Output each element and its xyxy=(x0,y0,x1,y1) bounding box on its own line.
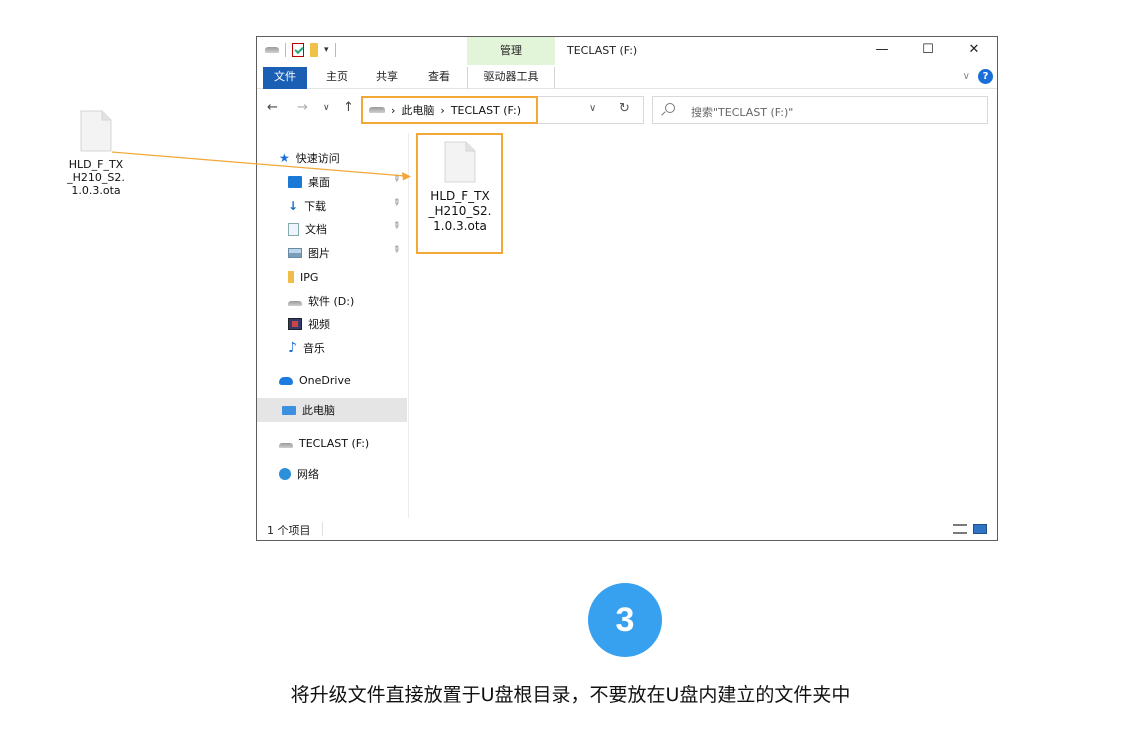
drive-icon[interactable] xyxy=(265,47,279,53)
window-title: TECLAST (F:) xyxy=(567,44,638,57)
help-icon[interactable]: ? xyxy=(978,69,993,84)
tab-view[interactable]: 查看 xyxy=(419,67,459,89)
file-icon xyxy=(80,110,112,152)
breadcrumb: › 此电脑 › TECLAST (F:) xyxy=(369,102,521,118)
nav-label: 此电脑 xyxy=(302,404,335,417)
pin-icon: ✎ xyxy=(389,243,402,257)
expand-ribbon-icon[interactable]: ∨ xyxy=(963,71,970,82)
separator xyxy=(285,43,286,57)
tab-home[interactable]: 主页 xyxy=(317,67,357,89)
up-button[interactable]: ↑ xyxy=(343,100,354,115)
nav-label: IPG xyxy=(300,270,319,284)
nav-item-desktop[interactable]: 桌面 ✎ xyxy=(288,173,408,191)
separator xyxy=(322,522,323,536)
drive-icon xyxy=(288,300,302,306)
title-bar: ▾ 管理 TECLAST (F:) — ☐ ✕ xyxy=(257,37,997,65)
nav-label: TECLAST (F:) xyxy=(299,436,370,450)
forward-button[interactable]: → xyxy=(297,100,308,115)
quick-access-toolbar: ▾ xyxy=(265,43,336,57)
nav-label: 下载 xyxy=(304,200,327,213)
breadcrumb-this-pc[interactable]: 此电脑 xyxy=(401,102,434,118)
properties-icon[interactable] xyxy=(292,43,304,57)
content-ota-file[interactable]: HLD_F_TX _H210_S2. 1.0.3.ota xyxy=(424,141,496,234)
nav-label: 音乐 xyxy=(302,342,325,355)
nav-label: 快速访问 xyxy=(295,152,340,165)
drive-icon xyxy=(279,442,293,448)
nav-item-documents[interactable]: 文档 ✎ xyxy=(288,220,408,238)
pin-icon: ✎ xyxy=(389,219,402,233)
step-number-badge: 3 xyxy=(588,583,662,657)
search-box[interactable]: 搜索"TECLAST (F:)" xyxy=(652,96,988,124)
breadcrumb-separator: › xyxy=(440,103,445,117)
nav-this-pc[interactable]: 此电脑 xyxy=(282,401,335,419)
minimize-button[interactable]: — xyxy=(859,37,905,65)
back-button[interactable]: ← xyxy=(267,100,278,115)
recent-locations-button[interactable]: ∨ xyxy=(323,103,330,113)
music-icon: ♪ xyxy=(288,340,297,356)
search-placeholder: 搜索"TECLAST (F:)" xyxy=(691,106,794,119)
document-icon xyxy=(288,222,299,236)
breadcrumb-separator: › xyxy=(391,103,396,117)
tab-manage[interactable]: 管理 xyxy=(467,37,555,65)
status-bar: 1 个项目 xyxy=(257,518,997,540)
drive-icon xyxy=(369,107,385,113)
file-explorer-window: ▾ 管理 TECLAST (F:) — ☐ ✕ 文件 主页 共享 查看 驱动器工… xyxy=(256,36,998,541)
pictures-icon xyxy=(288,248,302,258)
nav-label: 网络 xyxy=(297,468,319,481)
nav-label: 视频 xyxy=(308,318,330,331)
nav-item-ipg[interactable]: IPG xyxy=(288,268,318,286)
nav-item-downloads[interactable]: ↓ 下载 ✎ xyxy=(288,197,408,215)
pin-icon: ✎ xyxy=(389,196,402,210)
nav-onedrive[interactable]: OneDrive xyxy=(279,371,351,389)
address-bar-row: ← → ∨ ↑ › 此电脑 › TECLAST (F:) ∨ ↻ 搜索"TECL… xyxy=(257,90,997,130)
pin-icon: ✎ xyxy=(389,172,402,186)
ribbon-tabs: 文件 主页 共享 查看 驱动器工具 ∨ ? xyxy=(257,65,997,89)
customize-toolbar-icon[interactable]: ▾ xyxy=(324,45,329,55)
computer-icon xyxy=(282,405,296,415)
folder-icon xyxy=(288,271,294,283)
search-icon xyxy=(665,103,675,113)
nav-label: 软件 (D:) xyxy=(308,295,355,308)
nav-label: 桌面 xyxy=(308,176,330,189)
nav-item-pictures[interactable]: 图片 ✎ xyxy=(288,244,408,262)
breadcrumb-drive[interactable]: TECLAST (F:) xyxy=(451,104,521,117)
tab-share[interactable]: 共享 xyxy=(367,67,407,89)
nav-label: OneDrive xyxy=(299,373,351,387)
close-button[interactable]: ✕ xyxy=(951,37,997,65)
nav-label: 图片 xyxy=(308,247,330,260)
item-count: 1 个项目 xyxy=(267,524,311,537)
desktop-ota-file[interactable]: HLD_F_TX _H210_S2. 1.0.3.ota xyxy=(60,110,132,197)
separator xyxy=(334,43,336,57)
nav-network[interactable]: 网络 xyxy=(279,465,319,483)
download-icon: ↓ xyxy=(288,199,299,213)
ribbon-right: ∨ ? xyxy=(963,69,993,84)
nav-item-videos[interactable]: 视频 xyxy=(288,315,330,333)
navigation-pane: ★ 快速访问 桌面 ✎ ↓ 下载 ✎ 文档 ✎ 图片 ✎ IPG 软件 (D:)… xyxy=(257,133,409,518)
nav-item-software-d[interactable]: 软件 (D:) xyxy=(288,292,354,310)
desktop-icon xyxy=(288,176,302,188)
refresh-icon[interactable]: ↻ xyxy=(619,101,630,116)
details-view-icon[interactable] xyxy=(953,524,967,534)
nav-quick-access[interactable]: ★ 快速访问 xyxy=(279,149,340,167)
maximize-button[interactable]: ☐ xyxy=(905,37,951,65)
file-name: HLD_F_TX _H210_S2. 1.0.3.ota xyxy=(67,158,125,197)
address-dropdown-icon[interactable]: ∨ xyxy=(589,103,596,114)
new-folder-icon[interactable] xyxy=(310,43,318,57)
step-caption: 将升级文件直接放置于U盘根目录，不要放在U盘内建立的文件夹中 xyxy=(290,684,851,706)
star-icon: ★ xyxy=(279,151,290,165)
window-controls: — ☐ ✕ xyxy=(859,37,997,65)
video-icon xyxy=(288,318,302,330)
large-icons-view-icon[interactable] xyxy=(973,524,987,534)
network-icon xyxy=(279,468,291,480)
nav-label: 文档 xyxy=(305,223,327,236)
cloud-icon xyxy=(279,377,293,385)
file-content-area: HLD_F_TX _H210_S2. 1.0.3.ota xyxy=(410,133,997,518)
tab-file[interactable]: 文件 xyxy=(263,67,307,89)
tab-drive-tools[interactable]: 驱动器工具 xyxy=(467,67,555,89)
nav-item-music[interactable]: ♪ 音乐 xyxy=(288,339,325,357)
file-icon xyxy=(444,141,476,183)
nav-teclast-drive[interactable]: TECLAST (F:) xyxy=(279,434,369,452)
file-name: HLD_F_TX _H210_S2. 1.0.3.ota xyxy=(428,189,492,233)
